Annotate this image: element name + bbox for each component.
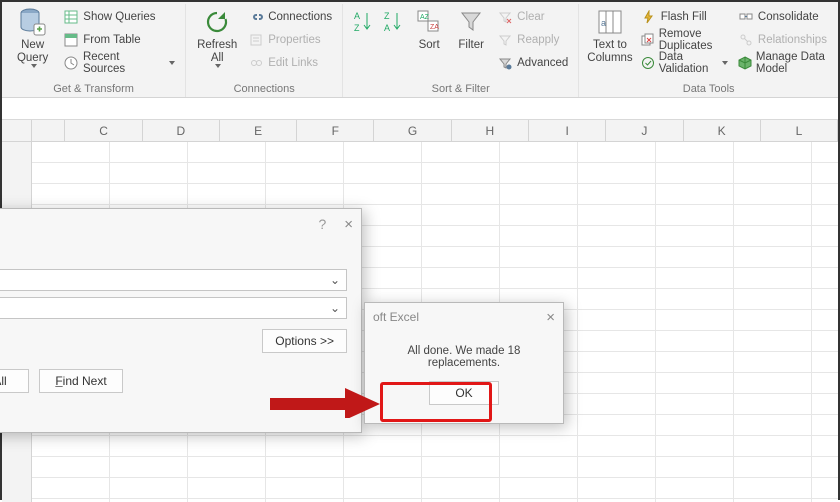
refresh-icon bbox=[202, 7, 232, 37]
group-label: Connections bbox=[192, 81, 336, 95]
find-replace-dialog: ? × ⌄ ⌄ Options >> Find All Find Next bbox=[0, 208, 362, 433]
refresh-all-button[interactable]: RefreshAll bbox=[192, 4, 242, 68]
ribbon: NewQuery Show Queries From Table Recent … bbox=[2, 2, 838, 98]
column-header[interactable]: G bbox=[374, 120, 451, 141]
column-header[interactable]: H bbox=[452, 120, 529, 141]
svg-text:ZA: ZA bbox=[430, 24, 439, 31]
ok-button[interactable]: OK bbox=[429, 381, 499, 405]
link-icon bbox=[248, 9, 264, 25]
group-label: Get & Transform bbox=[8, 81, 179, 95]
relationships-button: Relationships bbox=[734, 29, 832, 51]
group-data-tools: a Text toColumns Flash Fill Remove Dupli… bbox=[579, 4, 838, 97]
clear-icon bbox=[497, 9, 513, 25]
column-header[interactable]: D bbox=[143, 120, 220, 141]
replace-with-combo[interactable]: ⌄ bbox=[0, 297, 347, 319]
sort-az-icon: AZ bbox=[348, 7, 378, 37]
properties-button: Properties bbox=[244, 29, 336, 51]
reapply-icon bbox=[497, 32, 513, 48]
close-icon[interactable]: × bbox=[344, 216, 353, 233]
advanced-icon bbox=[497, 55, 513, 71]
manage-data-model-button[interactable]: Manage Data Model bbox=[734, 52, 832, 74]
flash-icon bbox=[641, 9, 657, 25]
column-headers: CDEFGHIJKL bbox=[2, 120, 838, 142]
chevron-down-icon: ⌄ bbox=[328, 301, 342, 315]
table-icon bbox=[63, 9, 79, 25]
column-header[interactable]: F bbox=[297, 120, 374, 141]
validation-icon bbox=[641, 55, 655, 71]
column-header[interactable]: L bbox=[761, 120, 838, 141]
edit-links-button: Edit Links bbox=[244, 52, 336, 74]
recent-sources-button[interactable]: Recent Sources bbox=[59, 52, 179, 74]
advanced-button[interactable]: Advanced bbox=[493, 52, 572, 74]
message-dialog: oft Excel × All done. We made 18 replace… bbox=[364, 302, 564, 424]
column-header[interactable]: C bbox=[65, 120, 142, 141]
chevron-down-icon: ⌄ bbox=[328, 273, 342, 287]
sort-za-icon: ZA bbox=[378, 7, 408, 37]
text-to-columns-button[interactable]: a Text toColumns bbox=[585, 4, 634, 64]
from-table-button[interactable]: From Table bbox=[59, 29, 179, 51]
sort-za-button[interactable]: ZA bbox=[379, 4, 407, 37]
new-query-label: NewQuery bbox=[17, 39, 48, 64]
column-header[interactable]: K bbox=[684, 120, 761, 141]
filter-button[interactable]: Filter bbox=[451, 4, 491, 52]
group-label: Sort & Filter bbox=[349, 81, 572, 95]
group-get-transform: NewQuery Show Queries From Table Recent … bbox=[2, 4, 186, 97]
svg-text:Z: Z bbox=[384, 11, 390, 21]
table2-icon bbox=[63, 32, 79, 48]
clear-button: Clear bbox=[493, 6, 572, 28]
funnel-icon bbox=[456, 7, 486, 37]
find-all-button[interactable]: Find All bbox=[0, 369, 29, 393]
refresh-all-label: RefreshAll bbox=[197, 39, 237, 64]
message-text: All done. We made 18 replacements. bbox=[365, 331, 563, 373]
column-header[interactable]: J bbox=[606, 120, 683, 141]
text-columns-icon: a bbox=[595, 7, 625, 37]
select-all-corner[interactable] bbox=[2, 120, 32, 141]
svg-text:Z: Z bbox=[354, 23, 360, 33]
consolidate-button[interactable]: Consolidate bbox=[734, 6, 832, 28]
sort-az-button[interactable]: AZ bbox=[349, 4, 377, 37]
group-connections: RefreshAll Connections Properties Edit L… bbox=[186, 4, 343, 97]
group-label: Data Tools bbox=[585, 81, 832, 95]
svg-text:A: A bbox=[384, 23, 390, 33]
cube-icon bbox=[738, 55, 752, 71]
properties-icon bbox=[248, 32, 264, 48]
svg-text:a: a bbox=[601, 18, 606, 28]
connections-button[interactable]: Connections bbox=[244, 6, 336, 28]
consolidate-icon bbox=[738, 9, 754, 25]
options-button[interactable]: Options >> bbox=[262, 329, 347, 353]
svg-text:A: A bbox=[354, 11, 360, 21]
formula-bar[interactable] bbox=[2, 98, 838, 120]
dup-icon bbox=[641, 32, 655, 48]
help-icon[interactable]: ? bbox=[318, 216, 326, 232]
group-sort-filter: AZ ZA AZZA Sort Filter Clear Reapp bbox=[343, 4, 579, 97]
find-next-button[interactable]: Find Next bbox=[39, 369, 123, 393]
column-header[interactable]: E bbox=[220, 120, 297, 141]
reapply-button: Reapply bbox=[493, 29, 572, 51]
remove-duplicates-button[interactable]: Remove Duplicates bbox=[637, 29, 732, 51]
data-validation-button[interactable]: Data Validation bbox=[637, 52, 732, 74]
message-title: oft Excel bbox=[373, 310, 419, 324]
clock-icon bbox=[63, 55, 79, 71]
new-query-button[interactable]: NewQuery bbox=[8, 4, 57, 68]
database-icon bbox=[18, 7, 48, 37]
column-header[interactable] bbox=[32, 120, 66, 141]
sort-icon: AZZA bbox=[414, 7, 444, 37]
svg-text:AZ: AZ bbox=[420, 14, 430, 21]
show-queries-button[interactable]: Show Queries bbox=[59, 6, 179, 28]
close-icon[interactable]: × bbox=[546, 309, 555, 326]
relationships-icon bbox=[738, 32, 754, 48]
flash-fill-button[interactable]: Flash Fill bbox=[637, 6, 732, 28]
edit-links-icon bbox=[248, 55, 264, 71]
sort-button[interactable]: AZZA Sort bbox=[409, 4, 449, 52]
find-what-combo[interactable]: ⌄ bbox=[0, 269, 347, 291]
column-header[interactable]: I bbox=[529, 120, 606, 141]
